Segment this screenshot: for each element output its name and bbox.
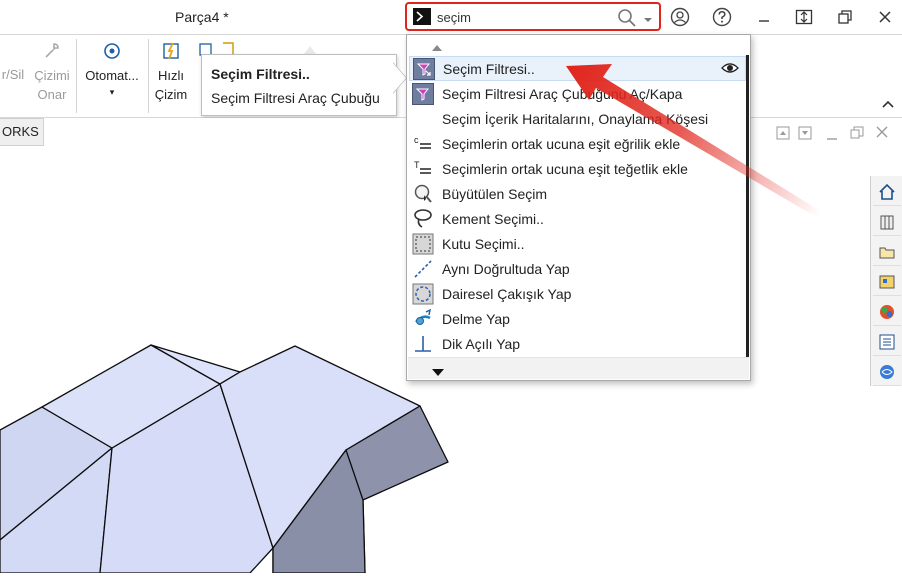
menu-item-breadcrumbs[interactable]: Seçim İçerik Haritalarını, Onaylama Köşe… [409, 106, 746, 131]
quick-sketch-icon [163, 42, 179, 60]
minimize-icon[interactable] [753, 6, 775, 28]
scroll-down-icon[interactable] [431, 365, 445, 380]
restore-panel-icon[interactable] [793, 6, 815, 28]
menu-item-label: Seçim İçerik Haritalarını, Onaylama Köşe… [442, 110, 709, 127]
scroll-up-icon[interactable] [431, 40, 443, 55]
funnel-icon [412, 82, 434, 105]
menu-item-label: Seçimlerin ortak ucuna eşit teğetlik ekl… [442, 160, 688, 177]
appearances-icon[interactable] [873, 298, 901, 326]
ribbon-label: Onar [37, 87, 67, 102]
perpendicular-icon [412, 333, 434, 355]
tangency-relation-icon: T [412, 158, 434, 180]
title-bar: Parça4 * [0, 0, 902, 34]
target-icon [104, 43, 120, 59]
magnified-selection-icon [412, 183, 434, 205]
home-icon[interactable] [873, 178, 901, 206]
help-icon[interactable] [711, 6, 733, 28]
menu-item-selection-filter[interactable]: Seçim Filtresi.. [409, 56, 746, 81]
ribbon-label: Hızlı [158, 68, 184, 83]
funnel-icon [413, 57, 435, 80]
tile-down-icon[interactable] [798, 126, 812, 143]
eye-icon[interactable] [721, 61, 739, 78]
wrench-icon [45, 43, 59, 58]
menu-item-box-selection[interactable]: Kutu Seçimi.. [409, 231, 746, 256]
menu-item-label: Delme Yap [442, 310, 510, 327]
menu-item-label: Dairesel Çakışık Yap [442, 285, 572, 302]
menu-scrollbar[interactable] [746, 55, 749, 357]
search-box[interactable] [405, 2, 661, 31]
menu-item-pierce[interactable]: Delme Yap [409, 306, 746, 331]
tooltip-pointer [392, 62, 406, 94]
autodimension-button[interactable]: Otomat... ▾ [80, 41, 144, 99]
menu-item-magnified-selection[interactable]: Büyütülen Seçim [409, 181, 746, 206]
ribbon-label: Çizimi [34, 68, 70, 83]
menu-item-equal-tangency[interactable]: T Seçimlerin ortak ucuna eşit teğetlik e… [409, 156, 746, 181]
pierce-icon [412, 308, 434, 330]
doc-minimize-icon[interactable] [826, 130, 838, 145]
menu-item-label: Kement Seçimi.. [442, 210, 544, 227]
doc-restore-icon[interactable] [850, 126, 864, 143]
tooltip-description: Seçim Filtresi Araç Çubuğu [211, 90, 380, 106]
ribbon-separator [76, 39, 77, 113]
custom-properties-icon[interactable] [873, 328, 901, 356]
tooltip-title: Seçim Filtresi.. [211, 66, 310, 82]
quick-sketch-button[interactable]: Hızlı Çizim [150, 41, 192, 104]
tile-up-icon[interactable] [776, 126, 790, 143]
command-search-icon[interactable] [413, 8, 431, 25]
tooltip: Seçim Filtresi.. Seçim Filtresi Araç Çub… [201, 54, 397, 116]
svg-text:c: c [414, 135, 419, 145]
chevron-down-icon[interactable]: ▾ [80, 85, 144, 99]
search-icon[interactable] [617, 8, 637, 31]
menu-item-label: Büyütülen Seçim [442, 185, 548, 202]
design-library-icon[interactable] [873, 208, 901, 236]
coradial-icon [412, 283, 434, 305]
search-results-menu: Seçim Filtresi.. Seçim Filtresi Araç Çub… [406, 34, 751, 381]
file-explorer-icon[interactable] [873, 238, 901, 266]
repair-sketch-button[interactable]: Çizimi Onar [31, 41, 73, 104]
resources-icon[interactable] [873, 358, 901, 386]
view-palette-icon[interactable] [873, 268, 901, 296]
menu-item-coradial[interactable]: Dairesel Çakışık Yap [409, 281, 746, 306]
user-account-icon[interactable] [669, 6, 691, 28]
box-select-icon [412, 233, 434, 255]
menu-item-lasso-selection[interactable]: Kement Seçimi.. [409, 206, 746, 231]
document-title: Parça4 * [175, 9, 229, 25]
menu-item-equal-curvature[interactable]: c Seçimlerin ortak ucuna eşit eğrilik ek… [409, 131, 746, 156]
blank-icon [412, 108, 434, 130]
curvature-relation-icon: c [412, 133, 434, 155]
ribbon-label: r/Sil [1, 67, 25, 82]
search-dropdown-icon[interactable] [643, 12, 653, 27]
lasso-icon [412, 208, 434, 230]
menu-item-toggle-filter-toolbar[interactable]: Seçim Filtresi Araç Çubuğunu Aç/Kapa [409, 81, 746, 106]
menu-item-label: Seçim Filtresi Araç Çubuğunu Aç/Kapa [442, 85, 683, 102]
menu-item-collinear[interactable]: Aynı Doğrultuda Yap [409, 256, 746, 281]
collinear-icon [412, 258, 434, 280]
menu-item-perpendicular[interactable]: Dik Açılı Yap [409, 331, 746, 356]
collapse-ribbon-icon[interactable] [882, 97, 894, 112]
ribbon-label: Çizim [154, 87, 188, 102]
search-input[interactable] [437, 7, 607, 27]
ribbon-label: Otomat... [85, 68, 139, 83]
svg-text:T: T [414, 160, 420, 170]
maximize-icon[interactable] [834, 6, 856, 28]
menu-item-label: Seçimlerin ortak ucuna eşit eğrilik ekle [442, 135, 681, 152]
ribbon-item-erase[interactable]: r/Sil [0, 65, 26, 84]
close-icon[interactable] [874, 6, 896, 28]
menu-item-label: Seçim Filtresi.. [443, 60, 535, 77]
menu-item-label: Dik Açılı Yap [442, 335, 521, 352]
task-pane [870, 176, 902, 386]
tab-solidworks[interactable]: ORKS [0, 118, 44, 146]
menu-item-label: Aynı Doğrultuda Yap [442, 260, 570, 277]
menu-footer [408, 357, 749, 379]
menu-item-label: Kutu Seçimi.. [442, 235, 525, 252]
ribbon-separator [148, 39, 149, 113]
doc-close-icon[interactable] [876, 126, 888, 141]
